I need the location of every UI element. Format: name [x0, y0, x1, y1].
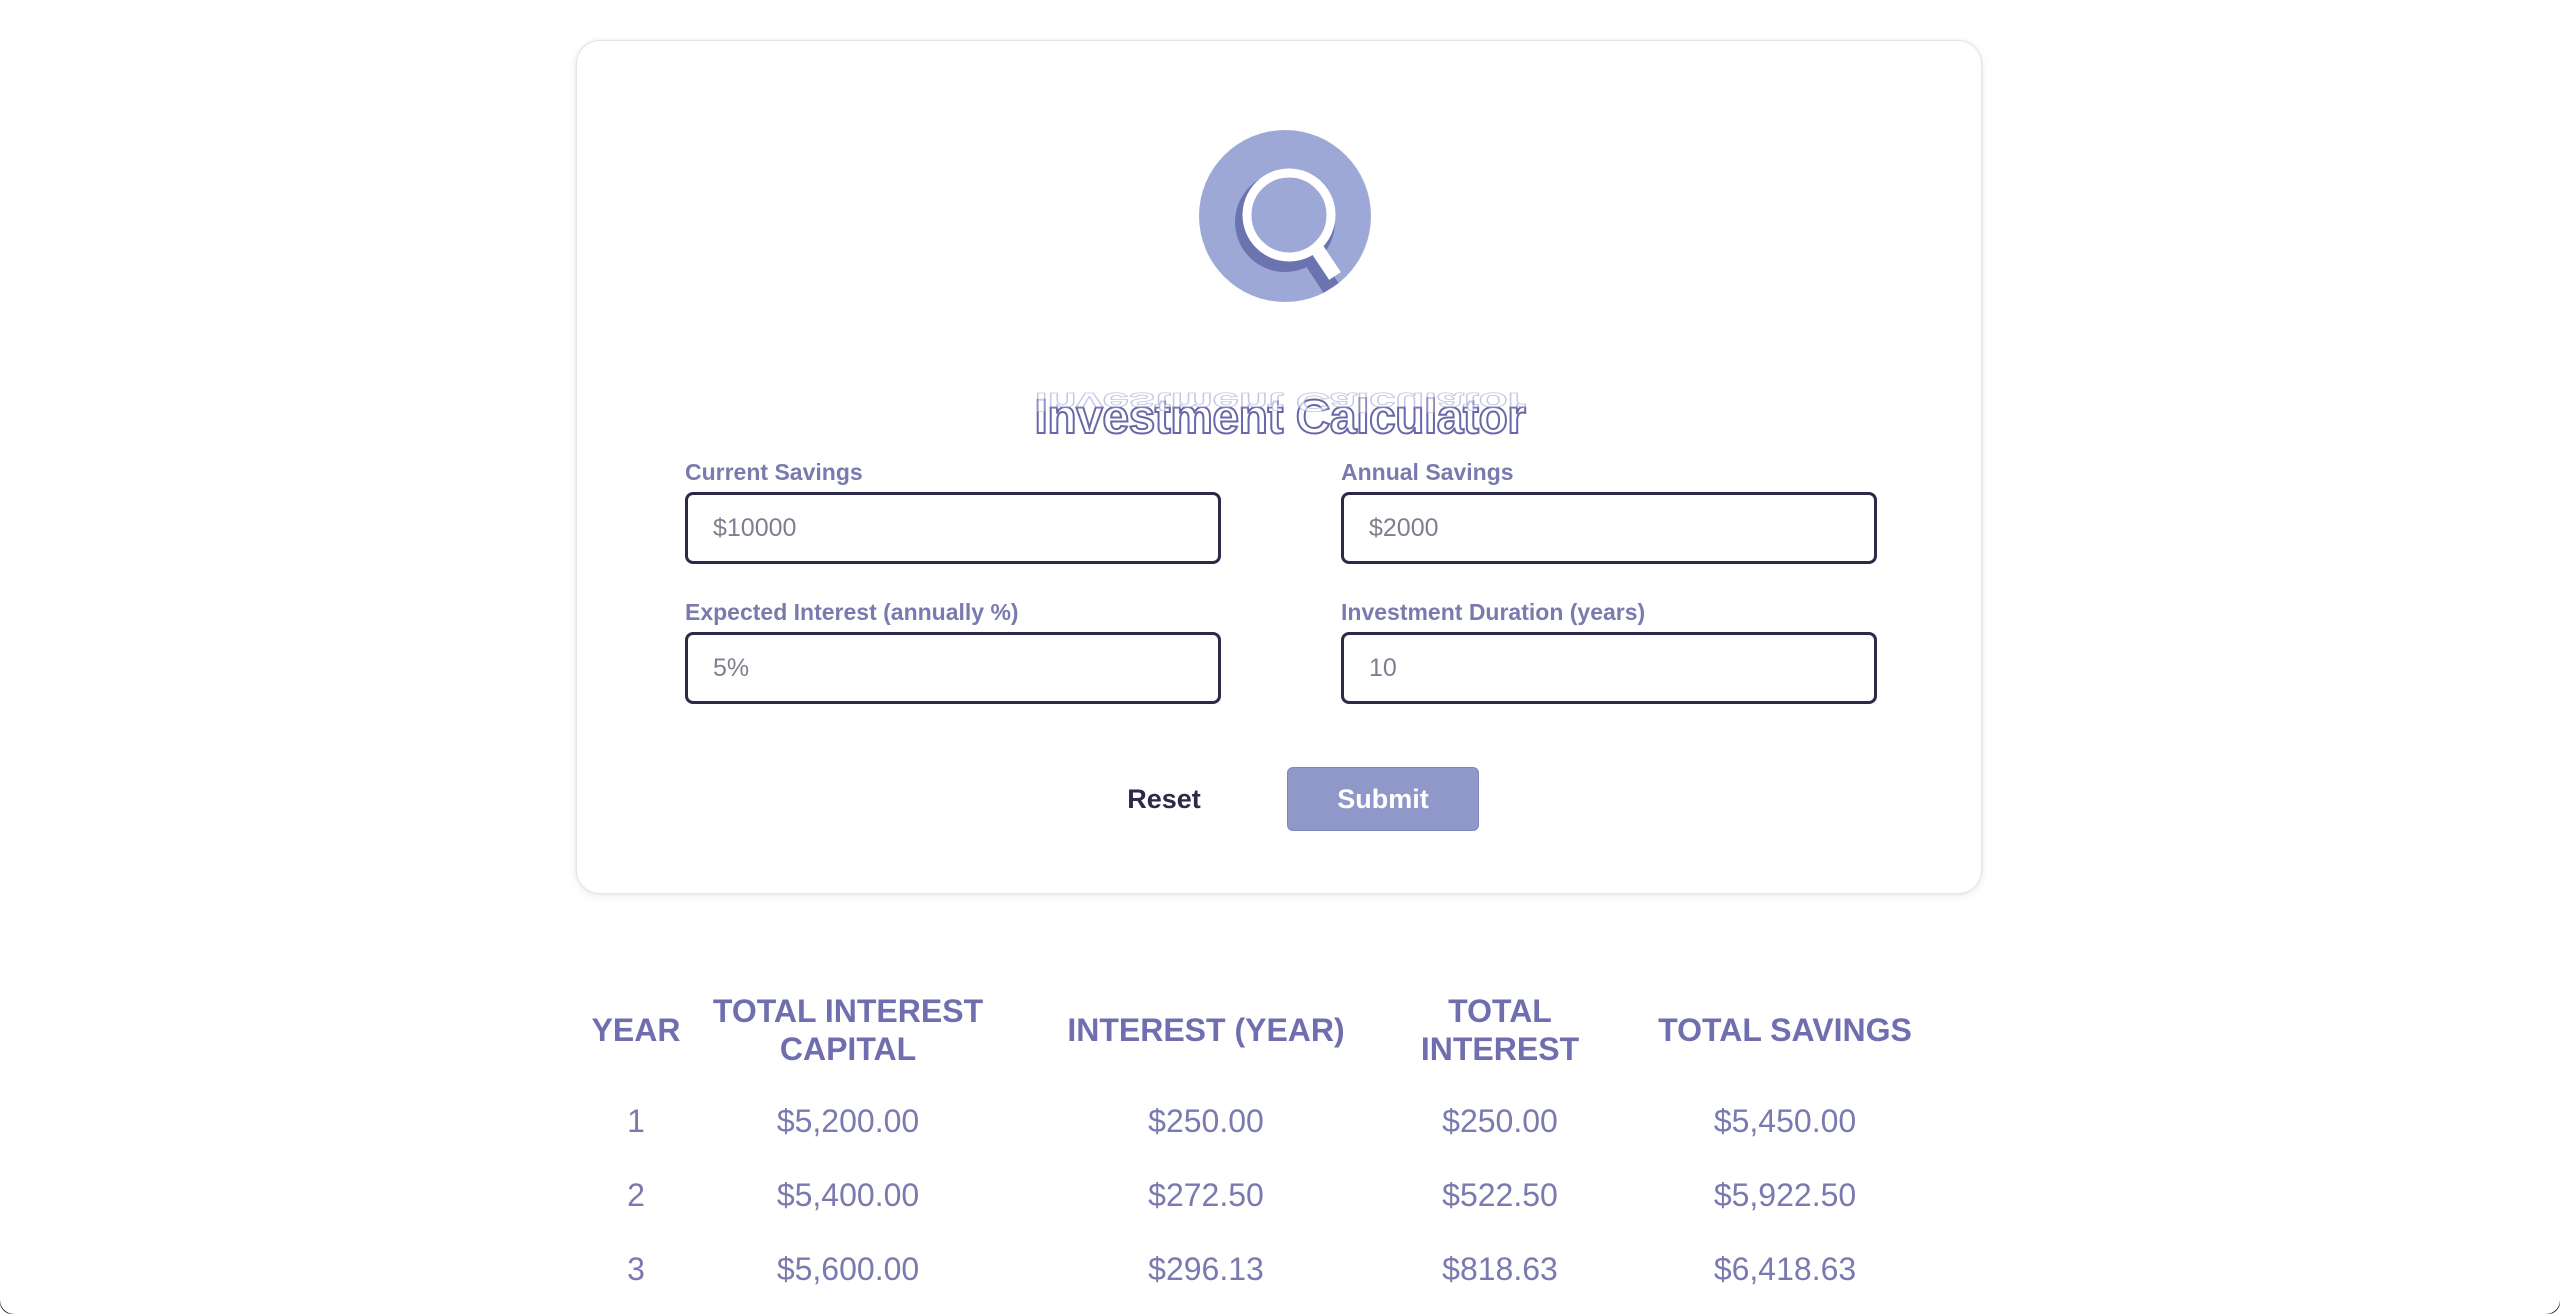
cell-total-interest: $818.63	[1442, 1250, 1558, 1287]
cell-interest-year: $296.13	[1148, 1250, 1264, 1287]
table-header-row: Year Total Interest Capital Interest (Ye…	[576, 980, 1982, 1084]
app-viewport: Investment Calculator Investment Calcula…	[0, 0, 2560, 1314]
cell-year: 2	[627, 1176, 645, 1213]
window-corner-right	[2532, 1286, 2560, 1314]
investment-duration-input[interactable]	[1341, 632, 1877, 704]
cell-interest-year: $272.50	[1148, 1176, 1264, 1213]
cell-total-savings: $5,922.50	[1713, 1176, 1857, 1213]
cell-total-interest-capital: $5,200.00	[776, 1102, 920, 1139]
cell-total-savings: $5,450.00	[1713, 1102, 1857, 1139]
table-row: 2 $5,400.00 $272.50 $522.50 $5,922.50	[576, 1158, 1982, 1232]
cell-year: 3	[627, 1250, 645, 1287]
header-total-interest-capital: Total Interest Capital	[712, 993, 984, 1067]
current-savings-label: Current Savings	[685, 459, 863, 485]
reset-button[interactable]: Reset	[1109, 767, 1219, 831]
header-total-savings: Total Savings	[1658, 1012, 1912, 1048]
cell-year: 1	[627, 1102, 645, 1139]
investment-duration-label: Investment Duration (years)	[1341, 599, 1646, 625]
expected-interest-input[interactable]	[685, 632, 1221, 704]
cell-total-interest: $522.50	[1442, 1176, 1558, 1213]
page-title-reflection: Investment Calculator	[577, 386, 1983, 416]
annual-savings-label: Annual Savings	[1341, 459, 1514, 485]
cell-total-savings: $6,418.63	[1713, 1250, 1857, 1287]
expected-interest-label: Expected Interest (annually %)	[685, 599, 1019, 625]
submit-button[interactable]: Submit	[1287, 767, 1479, 831]
header-year: Year	[591, 1012, 681, 1048]
annual-savings-input[interactable]	[1341, 492, 1877, 564]
window-corner-left	[0, 1286, 28, 1314]
header-interest-year: Interest (Year)	[1067, 1012, 1345, 1048]
cell-total-interest-capital: $5,400.00	[776, 1176, 920, 1213]
cell-total-interest: $250.00	[1442, 1102, 1558, 1139]
page-title-reflection-text: Investment Calculator	[1034, 386, 1526, 416]
table-row: 1 $5,200.00 $250.00 $250.00 $5,450.00	[576, 1084, 1982, 1158]
calculator-card: Investment Calculator Investment Calcula…	[576, 40, 1982, 894]
cell-interest-year: $250.00	[1148, 1102, 1264, 1139]
magnifying-glass-icon	[1199, 130, 1371, 302]
table-row: 3 $5,600.00 $296.13 $818.63 $6,418.63	[576, 1232, 1982, 1306]
header-total-interest: Total Interest	[1420, 993, 1580, 1067]
results-table: Year Total Interest Capital Interest (Ye…	[576, 980, 1982, 1306]
current-savings-input[interactable]	[685, 492, 1221, 564]
cell-total-interest-capital: $5,600.00	[776, 1250, 920, 1287]
